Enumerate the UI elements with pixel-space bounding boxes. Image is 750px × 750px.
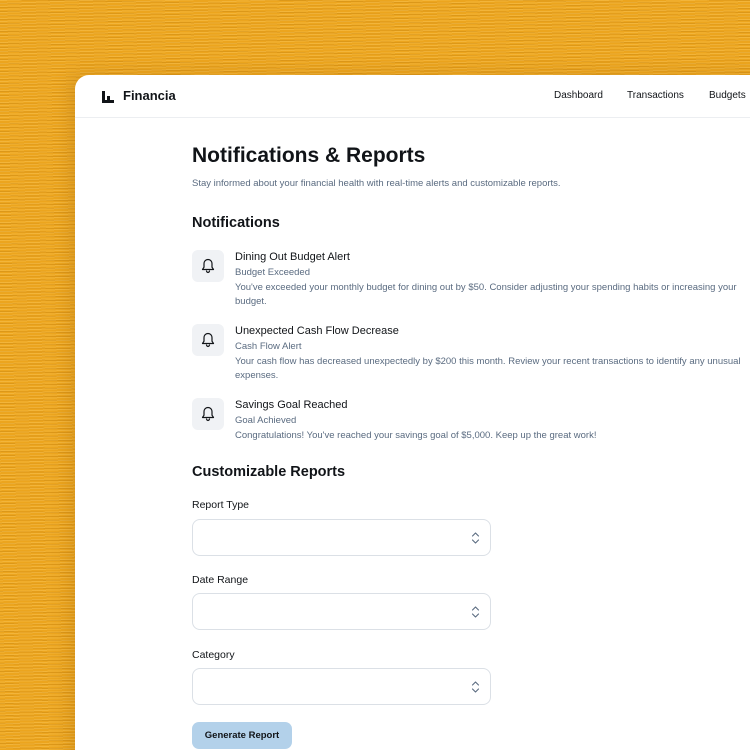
chevron-up-down-icon (471, 681, 480, 693)
chevron-up-down-icon (471, 532, 480, 544)
category-select[interactable] (192, 668, 491, 705)
notification-icon-box (192, 250, 224, 282)
nav-transactions[interactable]: Transactions (627, 90, 684, 101)
nav-budgets[interactable]: Budgets (709, 90, 746, 101)
report-type-select[interactable] (192, 519, 491, 556)
notification-message: Congratulations! You've reached your sav… (235, 430, 597, 441)
app-window: Financia Dashboard Transactions Budgets … (75, 75, 750, 750)
notification-type: Budget Exceeded (235, 267, 311, 278)
nav-dashboard[interactable]: Dashboard (554, 90, 603, 101)
notification-item[interactable]: Unexpected Cash Flow Decrease Cash Flow … (192, 324, 750, 384)
category-label: Category (192, 649, 235, 661)
notification-icon-box (192, 324, 224, 356)
date-range-select[interactable] (192, 593, 491, 630)
brand-name: Financia (123, 88, 176, 103)
bell-icon (201, 332, 215, 348)
notification-icon-box (192, 398, 224, 430)
page-subtitle: Stay informed about your financial healt… (192, 178, 561, 189)
report-type-label: Report Type (192, 499, 250, 511)
notifications-heading: Notifications (192, 215, 280, 231)
notification-title: Savings Goal Reached (235, 399, 348, 411)
generate-report-button[interactable]: Generate Report (192, 722, 292, 749)
notification-title: Unexpected Cash Flow Decrease (235, 325, 399, 337)
bell-icon (201, 406, 215, 422)
notification-message: You've exceeded your monthly budget for … (235, 282, 737, 307)
notification-item[interactable]: Dining Out Budget Alert Budget Exceeded … (192, 250, 750, 310)
notification-item[interactable]: Savings Goal Reached Goal Achieved Congr… (192, 398, 750, 458)
top-navigation-bar: Financia Dashboard Transactions Budgets (75, 75, 750, 118)
date-range-label: Date Range (192, 574, 249, 586)
logo-icon (102, 91, 114, 103)
notification-message: Your cash flow has decreased unexpectedl… (235, 356, 741, 381)
chevron-up-down-icon (471, 606, 480, 618)
notification-type: Goal Achieved (235, 415, 297, 426)
page-title: Notifications & Reports (192, 144, 426, 167)
reports-heading: Customizable Reports (192, 464, 346, 480)
notification-type: Cash Flow Alert (235, 341, 302, 352)
bell-icon (201, 258, 215, 274)
notification-title: Dining Out Budget Alert (235, 251, 350, 263)
